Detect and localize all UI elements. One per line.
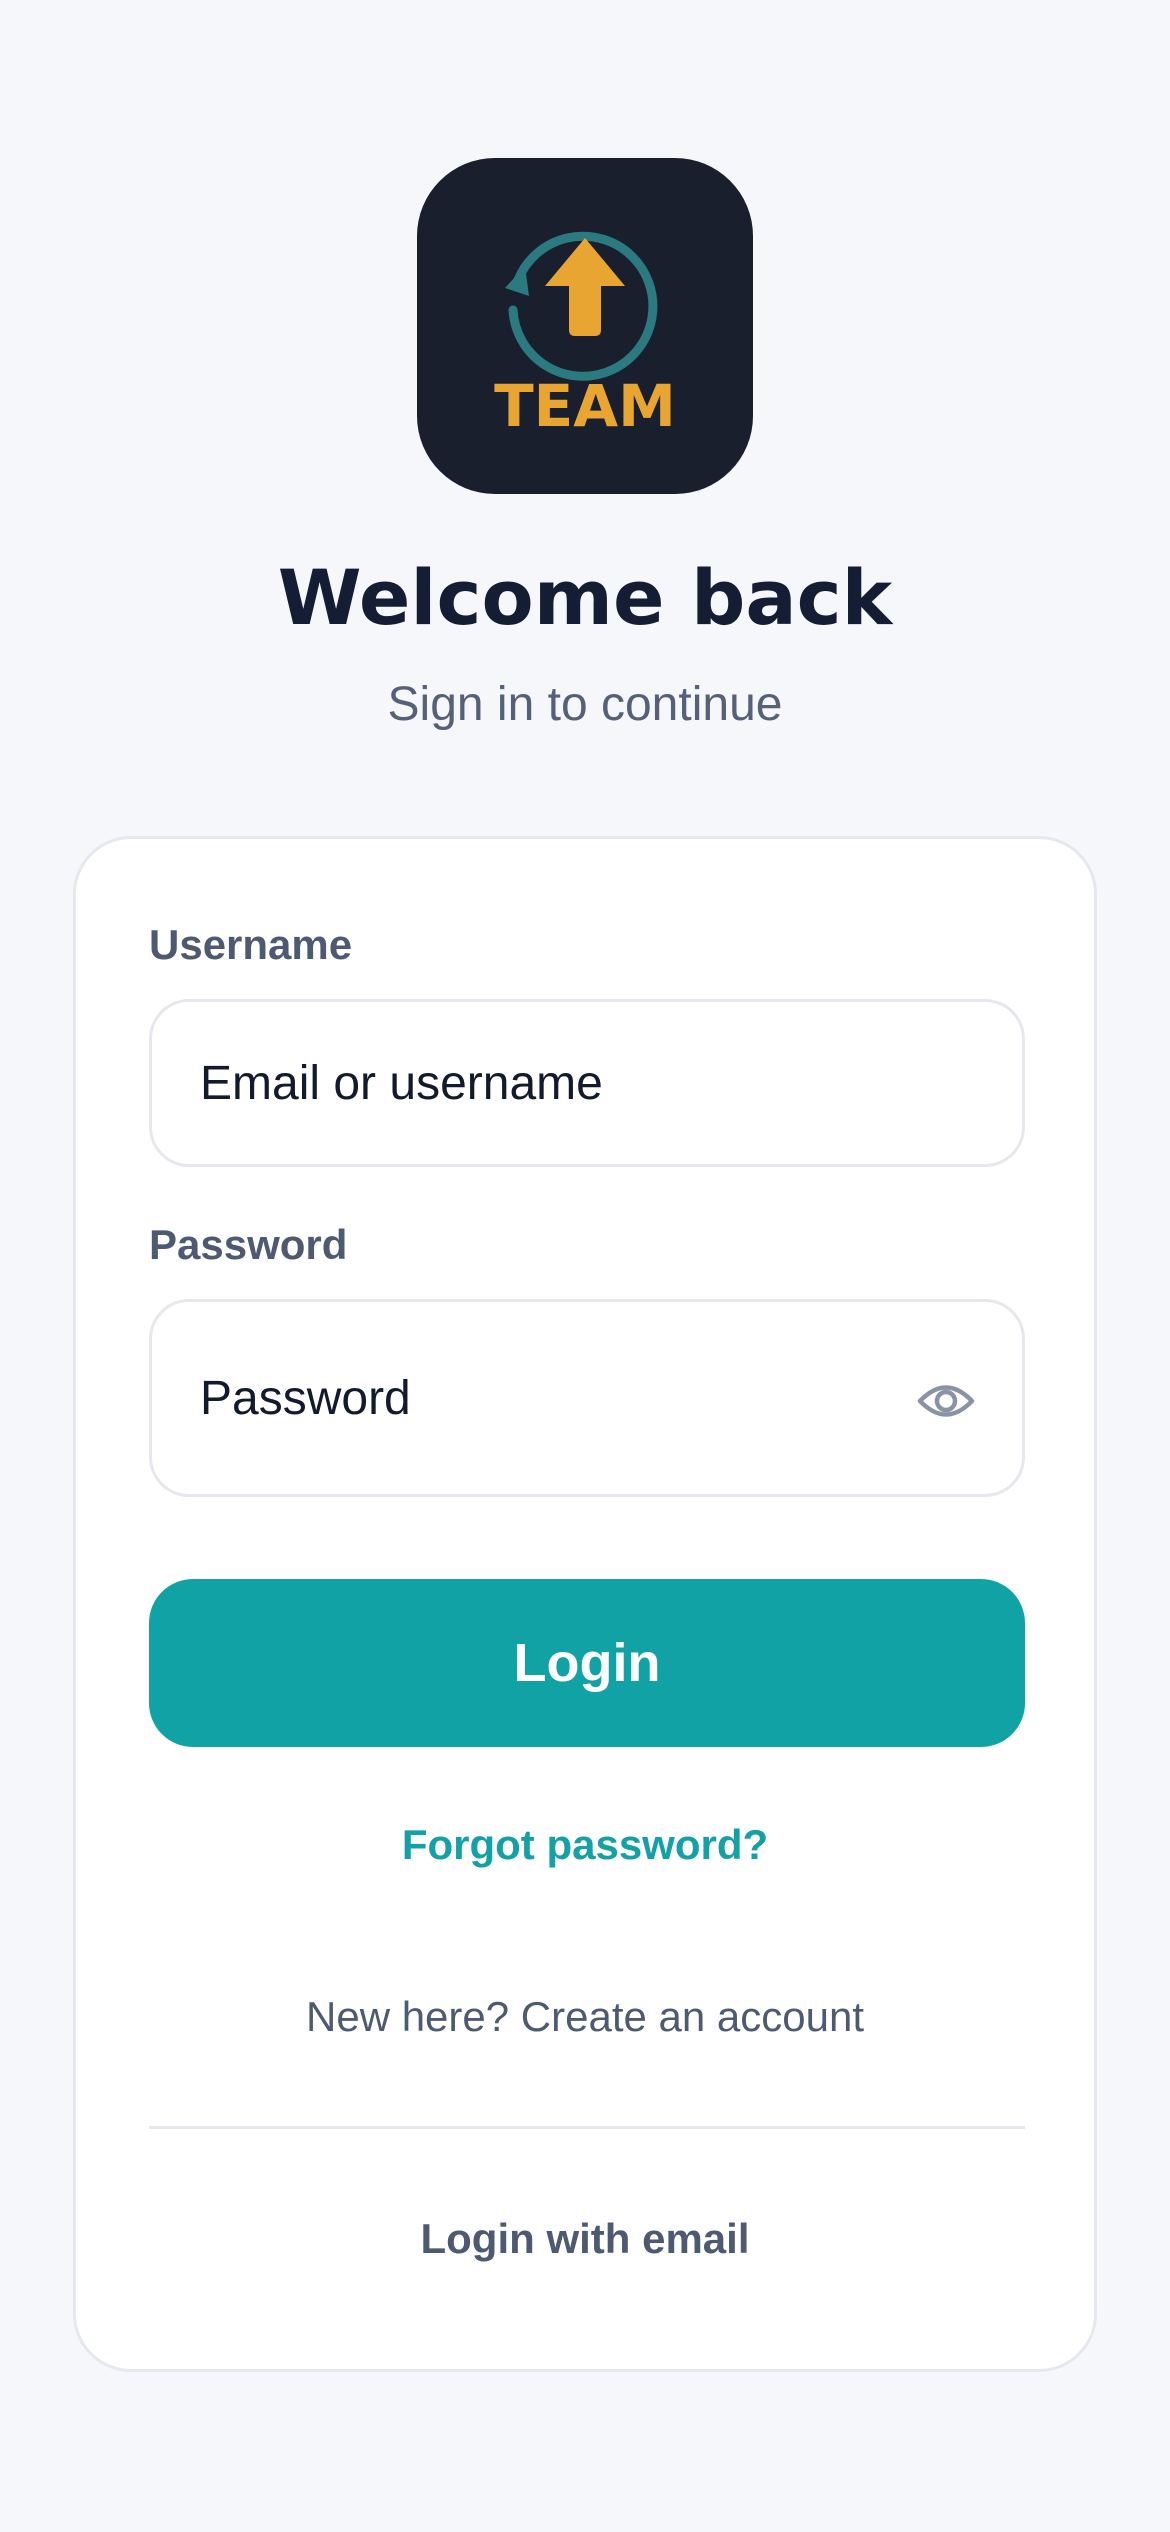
page-subtitle: Sign in to continue (387, 678, 783, 731)
username-label: Username (149, 921, 353, 968)
team-logo: TEAM (417, 158, 753, 494)
login-card: Username Password Login Forgot password?… (73, 836, 1097, 2372)
eye-icon[interactable] (916, 1376, 976, 1426)
logo-text: TEAM (494, 372, 676, 440)
login-screen: TEAM Welcome back Sign in to continue Us… (0, 0, 1170, 2532)
divider (149, 2126, 1025, 2129)
password-input[interactable] (200, 1302, 900, 1494)
login-button[interactable]: Login (149, 1579, 1025, 1747)
password-label: Password (149, 1221, 348, 1268)
password-field[interactable] (149, 1299, 1025, 1497)
page-title: Welcome back (277, 553, 893, 642)
login-with-email-button[interactable]: Login with email (76, 2211, 1094, 2267)
username-input[interactable] (200, 1002, 900, 1164)
create-account-link[interactable]: New here? Create an account (76, 1989, 1094, 2045)
team-logo-icon: TEAM (494, 231, 676, 440)
forgot-password-link[interactable]: Forgot password? (76, 1817, 1094, 1873)
username-field[interactable] (149, 999, 1025, 1167)
